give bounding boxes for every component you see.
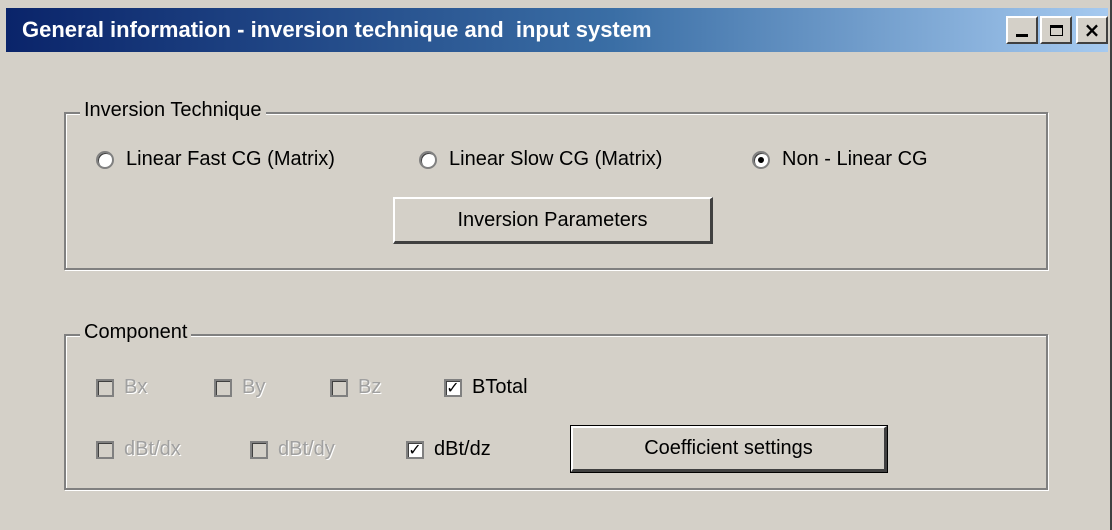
inversion-parameters-button[interactable]: Inversion Parameters <box>393 197 713 244</box>
inversion-technique-group: Inversion Technique Linear Fast CG (Matr… <box>64 99 1048 270</box>
radio-circle[interactable] <box>419 150 437 169</box>
checkbox-box[interactable] <box>330 378 348 397</box>
radio-selected-dot <box>758 156 764 163</box>
checkbox-label: Bx <box>124 376 148 398</box>
checkbox-label: dBt/dy <box>278 438 335 460</box>
radio-circle-selected[interactable] <box>752 150 770 169</box>
radio-non-linear-cg[interactable]: Non - Linear CG <box>752 148 928 171</box>
checkbox-label: Bz <box>358 376 382 398</box>
checkbox-box[interactable] <box>96 378 114 397</box>
checkbox-label: dBt/dx <box>124 438 181 460</box>
radio-label: Linear Slow CG (Matrix) <box>449 148 663 170</box>
checkbox-box-checked[interactable]: ✓ <box>444 378 462 397</box>
close-button[interactable]: × <box>1076 16 1108 44</box>
checkbox-dbt-dy[interactable]: dBt/dy <box>250 438 335 461</box>
radio-linear-slow-cg[interactable]: Linear Slow CG (Matrix) <box>419 148 662 171</box>
close-icon: × <box>1083 18 1101 42</box>
checkbox-by[interactable]: By <box>214 376 265 399</box>
maximize-button[interactable] <box>1040 16 1072 44</box>
checkbox-label: By <box>242 376 266 398</box>
dialog-window: General information - inversion techniqu… <box>0 0 1112 530</box>
checkbox-box[interactable] <box>214 378 232 397</box>
checkbox-box-checked[interactable]: ✓ <box>406 440 424 459</box>
checkbox-box[interactable] <box>96 440 114 459</box>
window-title: General information - inversion techniqu… <box>22 17 652 42</box>
minimize-icon <box>1016 33 1028 37</box>
checkbox-label: BTotal <box>472 376 528 398</box>
component-legend: Component <box>80 321 192 344</box>
maximize-icon <box>1049 24 1063 36</box>
radio-circle[interactable] <box>96 150 114 169</box>
checkbox-dbt-dx[interactable]: dBt/dx <box>96 438 181 461</box>
checkbox-bz[interactable]: Bz <box>330 376 381 399</box>
component-group: Component Bx By Bz ✓ BTotal dBt/dx dBt/d… <box>64 321 1048 490</box>
radio-linear-fast-cg[interactable]: Linear Fast CG (Matrix) <box>96 148 335 171</box>
checkbox-bx[interactable]: Bx <box>96 376 147 399</box>
coefficient-settings-button[interactable]: Coefficient settings <box>570 425 888 473</box>
checkbox-btotal[interactable]: ✓ BTotal <box>444 376 528 399</box>
checkbox-label: dBt/dz <box>434 438 491 460</box>
radio-label: Linear Fast CG (Matrix) <box>126 148 335 170</box>
checkbox-dbt-dz[interactable]: ✓ dBt/dz <box>406 438 491 461</box>
radio-label: Non - Linear CG <box>782 148 928 170</box>
title-bar[interactable]: General information - inversion techniqu… <box>6 8 1108 52</box>
checkbox-box[interactable] <box>250 440 268 459</box>
minimize-button[interactable] <box>1006 16 1038 44</box>
inversion-technique-legend: Inversion Technique <box>80 99 266 122</box>
